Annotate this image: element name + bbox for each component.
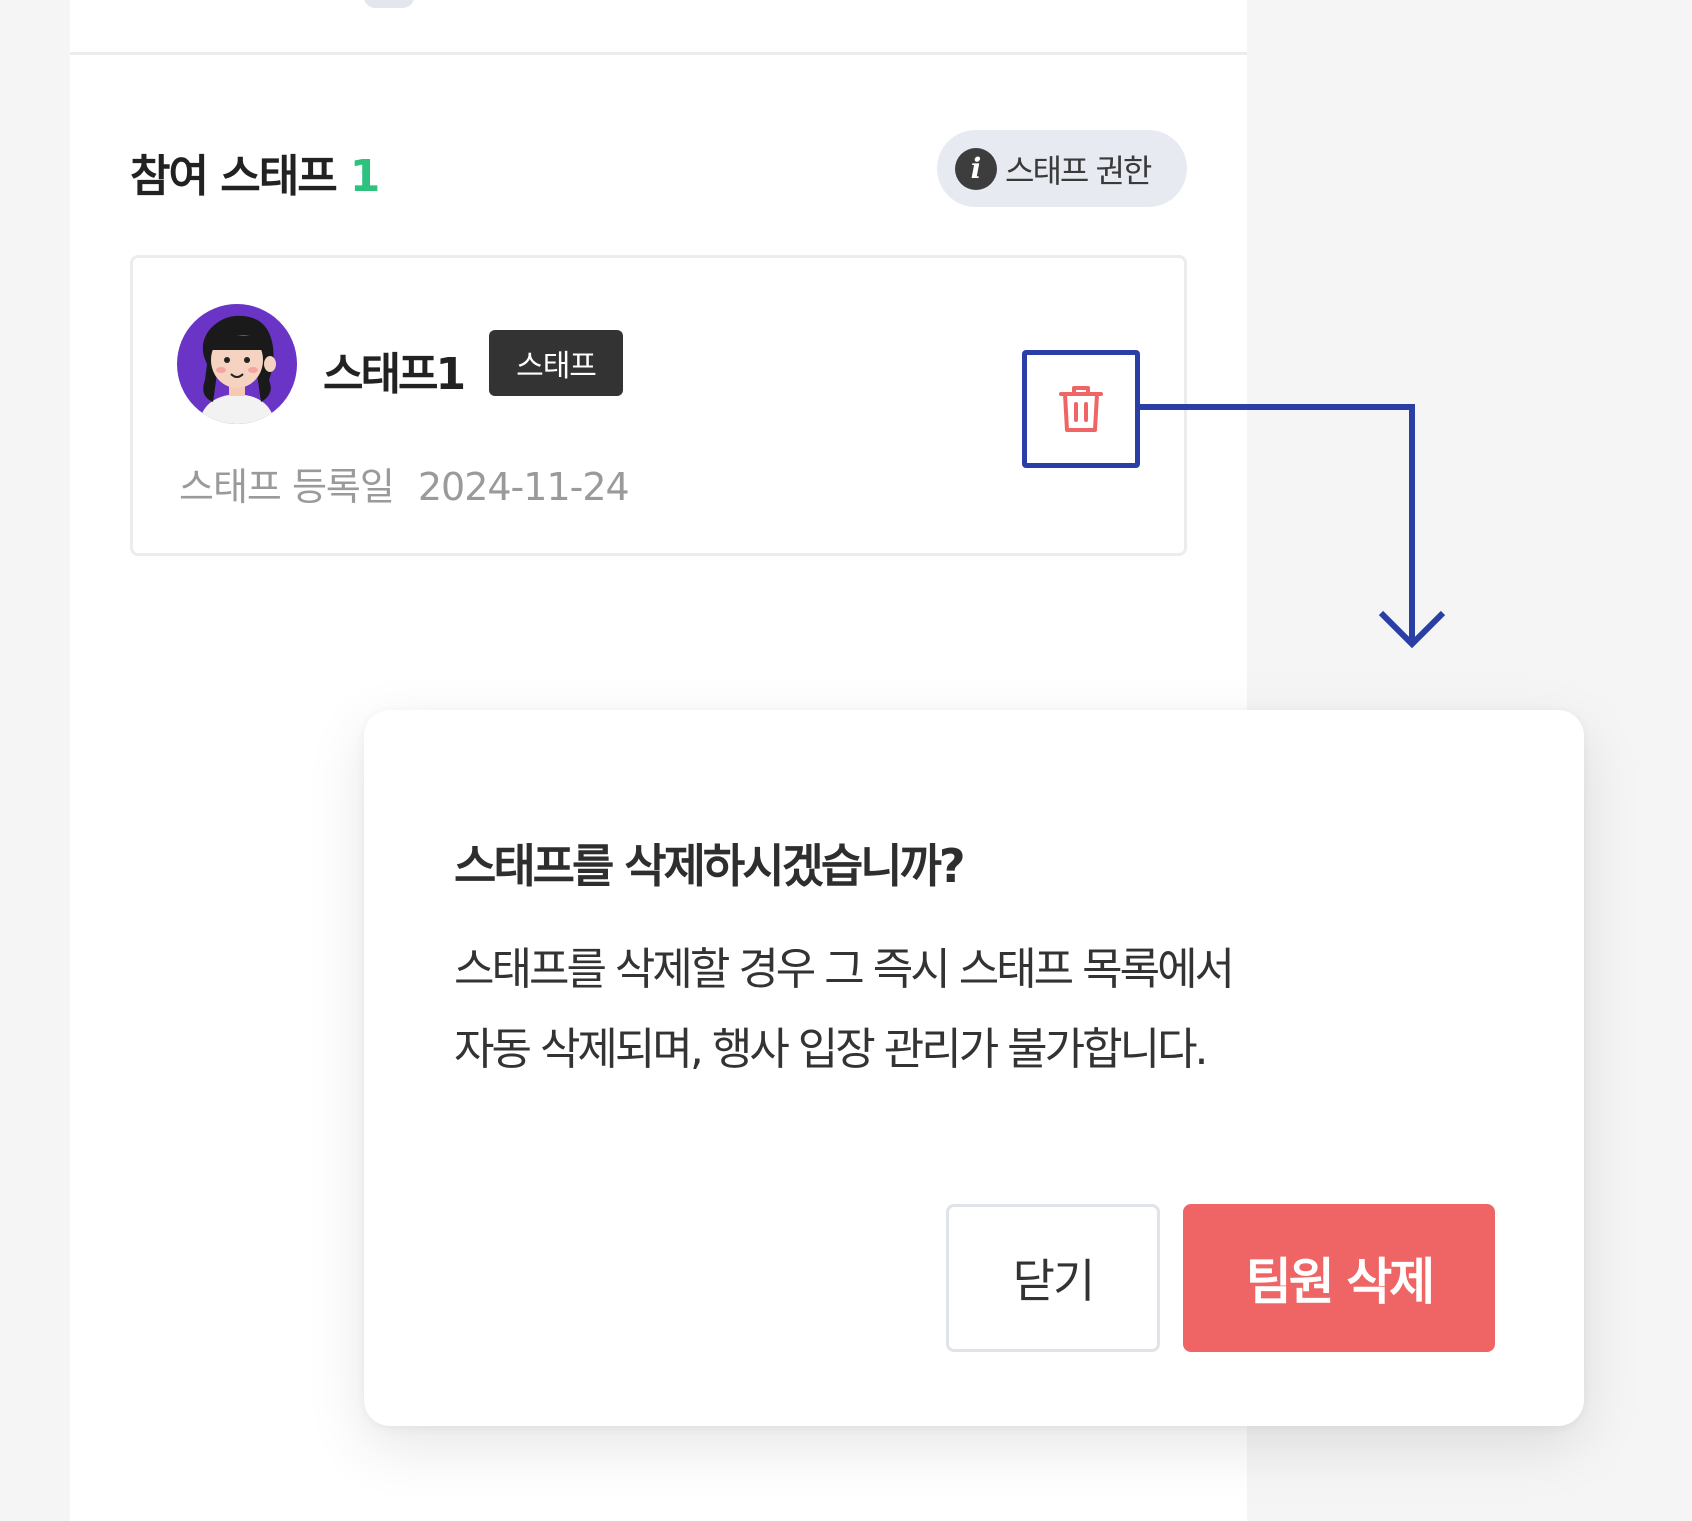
confirm-delete-button[interactable]: 팀원 삭제 bbox=[1183, 1204, 1495, 1352]
dialog-message-line: 스태프를 삭제할 경우 그 즉시 스태프 목록에서 bbox=[454, 944, 1235, 995]
dialog-message: 스태프를 삭제할 경우 그 즉시 스태프 목록에서 자동 삭제되며, 행사 입장… bbox=[454, 930, 1434, 1090]
dialog-title: 스태프를 삭제하시겠습니까? bbox=[454, 839, 966, 893]
dialog-message-line: 자동 삭제되며, 행사 입장 관리가 불가합니다. bbox=[454, 1024, 1209, 1075]
flow-arrow bbox=[1137, 404, 1446, 649]
close-button[interactable]: 닫기 bbox=[946, 1204, 1160, 1352]
delete-confirm-dialog: 스태프를 삭제하시겠습니까? 스태프를 삭제할 경우 그 즉시 스태프 목록에서… bbox=[364, 710, 1584, 1426]
